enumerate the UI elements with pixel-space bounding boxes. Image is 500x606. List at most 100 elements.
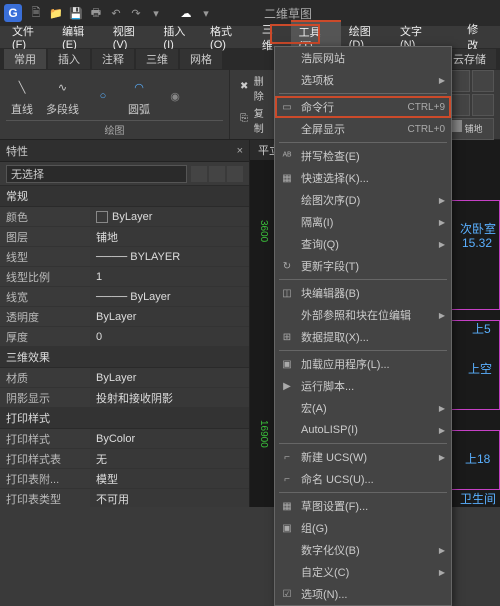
donut-icon: ◉ xyxy=(163,84,187,108)
menu-item-14[interactable]: 外部参照和块在位编辑▶ xyxy=(275,304,451,326)
tool-circle[interactable]: ○ xyxy=(87,82,119,110)
prop-linetype[interactable]: 线型──── BYLAYER xyxy=(0,247,249,267)
layer-btn-4[interactable] xyxy=(472,94,494,116)
menu-item-icon: ⌐ xyxy=(279,471,295,487)
sel-pick-icon[interactable] xyxy=(227,166,243,182)
menu-item-29[interactable]: ☑选项(N)... xyxy=(275,583,451,605)
tool-line[interactable]: ╲直线 xyxy=(6,73,38,119)
tool-donut[interactable]: ◉ xyxy=(159,82,191,110)
tab-insert[interactable]: 插入 xyxy=(48,49,90,69)
cat-plotstyle[interactable]: 打印样式 xyxy=(0,408,249,429)
tool-arc[interactable]: ◠圆弧 xyxy=(123,73,155,119)
menu-item-11[interactable]: ↻更新字段(T) xyxy=(275,255,451,277)
prop-color[interactable]: 颜色ByLayer xyxy=(0,207,249,227)
menu-item-26[interactable]: ▣组(G) xyxy=(275,517,451,539)
redo-icon[interactable]: ↷ xyxy=(128,5,144,21)
app-logo: G xyxy=(4,4,22,22)
menu-item-22[interactable]: ⌐新建 UCS(W)▶ xyxy=(275,446,451,468)
prop-shadow[interactable]: 阴影显示投射和接收阴影 xyxy=(0,388,249,408)
menu-separator xyxy=(279,279,447,280)
menu-item-25[interactable]: ▦草图设置(F)... xyxy=(275,495,451,517)
tool-label: 删除 xyxy=(254,73,269,103)
menu-item-label: 运行脚本... xyxy=(301,378,354,394)
layer-btn-2[interactable] xyxy=(472,70,494,92)
prop-label: 透明度 xyxy=(0,307,90,326)
prop-plottype[interactable]: 打印表类型不可用 xyxy=(0,489,249,507)
prop-value[interactable]: 0 xyxy=(90,327,249,346)
menu-item-13[interactable]: ◫块编辑器(B) xyxy=(275,282,451,304)
prop-layer[interactable]: 图层铺地 xyxy=(0,227,249,247)
tab-mesh[interactable]: 网格 xyxy=(180,49,222,69)
room-label: 卫生间 xyxy=(460,490,496,507)
menu-item-19[interactable]: 宏(A)▶ xyxy=(275,397,451,419)
sel-quick-icon[interactable] xyxy=(209,166,225,182)
menu-item-18[interactable]: ▶运行脚本... xyxy=(275,375,451,397)
menu-item-9[interactable]: 隔离(I)▶ xyxy=(275,211,451,233)
panel-close-icon[interactable]: × xyxy=(237,145,243,157)
menu-item-23[interactable]: ⌐命名 UCS(U)... xyxy=(275,468,451,490)
prop-value[interactable]: 不可用 xyxy=(90,489,249,507)
prop-transparency[interactable]: 透明度ByLayer xyxy=(0,307,249,327)
prop-thickness[interactable]: 厚度0 xyxy=(0,327,249,347)
prop-value[interactable]: 无 xyxy=(90,449,249,468)
prop-value[interactable]: ByLayer xyxy=(90,207,249,226)
menu-shortcut: CTRL+0 xyxy=(407,124,445,135)
prop-plotattach[interactable]: 打印表附...模型 xyxy=(0,469,249,489)
prop-label: 图层 xyxy=(0,227,90,246)
prop-value[interactable]: ByColor xyxy=(90,429,249,448)
prop-value[interactable]: ──── ByLayer xyxy=(90,287,249,306)
tab-3d[interactable]: 三维 xyxy=(136,49,178,69)
menu-item-7[interactable]: ▦快速选择(K)... xyxy=(275,167,451,189)
submenu-arrow-icon: ▶ xyxy=(439,218,445,227)
new-icon[interactable]: 🗎 xyxy=(28,5,44,21)
prop-value[interactable]: 铺地 xyxy=(90,227,249,246)
prop-lweight[interactable]: 线宽──── ByLayer xyxy=(0,287,249,307)
menu-item-label: 浩辰网站 xyxy=(301,50,345,66)
tab-common[interactable]: 常用 xyxy=(4,49,46,69)
tool-polyline[interactable]: ∿多段线 xyxy=(42,73,83,119)
arc-icon: ◠ xyxy=(127,75,151,99)
prop-ltscale[interactable]: 线型比例1 xyxy=(0,267,249,287)
open-icon[interactable]: 📁 xyxy=(48,5,64,21)
menu-item-icon: ᴬᴮ xyxy=(279,148,295,164)
prop-plotstyle[interactable]: 打印样式ByColor xyxy=(0,429,249,449)
prop-value[interactable]: 1 xyxy=(90,267,249,286)
menu-item-8[interactable]: 绘图次序(D)▶ xyxy=(275,189,451,211)
selection-combo[interactable]: 无选择 xyxy=(6,165,187,183)
menu-item-28[interactable]: 自定义(C)▶ xyxy=(275,561,451,583)
prop-value[interactable]: 模型 xyxy=(90,469,249,488)
cloud-icon[interactable]: ☁ xyxy=(178,5,194,21)
prop-label: 厚度 xyxy=(0,327,90,346)
menu-item-4[interactable]: 全屏显示CTRL+0 xyxy=(275,118,451,140)
tool-delete[interactable]: ✖删除 xyxy=(236,72,273,104)
menu-item-27[interactable]: 数字化仪(B)▶ xyxy=(275,539,451,561)
tab-annotate[interactable]: 注释 xyxy=(92,49,134,69)
print-icon[interactable]: 🖶 xyxy=(88,5,104,21)
ribbon-group-modify: ✖删除 ⎘复制 ✥移动 xyxy=(230,70,280,139)
prop-value[interactable]: ByLayer xyxy=(90,368,249,387)
properties-panel: 特性 × 无选择 常规 颜色ByLayer 图层铺地 线型──── BYLAYE… xyxy=(0,140,250,507)
menu-item-1[interactable]: 选项板▶ xyxy=(275,69,451,91)
menu-item-20[interactable]: AutoLISP(I)▶ xyxy=(275,419,451,441)
undo-icon[interactable]: ↶ xyxy=(108,5,124,21)
menu-separator xyxy=(279,443,447,444)
prop-value[interactable]: ByLayer xyxy=(90,307,249,326)
layer-combo[interactable]: 铺地 xyxy=(448,118,494,140)
dropdown-icon[interactable]: ▾ xyxy=(198,5,214,21)
menu-item-6[interactable]: ᴬᴮ拼写检查(E) xyxy=(275,145,451,167)
save-icon[interactable]: 💾 xyxy=(68,5,84,21)
dropdown-icon[interactable]: ▾ xyxy=(148,5,164,21)
cat-3deffect[interactable]: 三维效果 xyxy=(0,347,249,368)
prop-material[interactable]: 材质ByLayer xyxy=(0,368,249,388)
menu-item-17[interactable]: ▣加载应用程序(L)... xyxy=(275,353,451,375)
sel-filter-icon[interactable] xyxy=(191,166,207,182)
tool-copy[interactable]: ⎘复制 xyxy=(236,104,273,136)
menu-item-10[interactable]: 查询(Q)▶ xyxy=(275,233,451,255)
menu-item-15[interactable]: ⊞数据提取(X)... xyxy=(275,326,451,348)
menu-item-3[interactable]: ▭命令行CTRL+9 xyxy=(275,96,451,118)
prop-plottable[interactable]: 打印样式表无 xyxy=(0,449,249,469)
prop-value[interactable]: ──── BYLAYER xyxy=(90,247,249,266)
prop-value[interactable]: 投射和接收阴影 xyxy=(90,388,249,407)
cat-general[interactable]: 常规 xyxy=(0,186,249,207)
menu-item-0[interactable]: 浩辰网站 xyxy=(275,47,451,69)
